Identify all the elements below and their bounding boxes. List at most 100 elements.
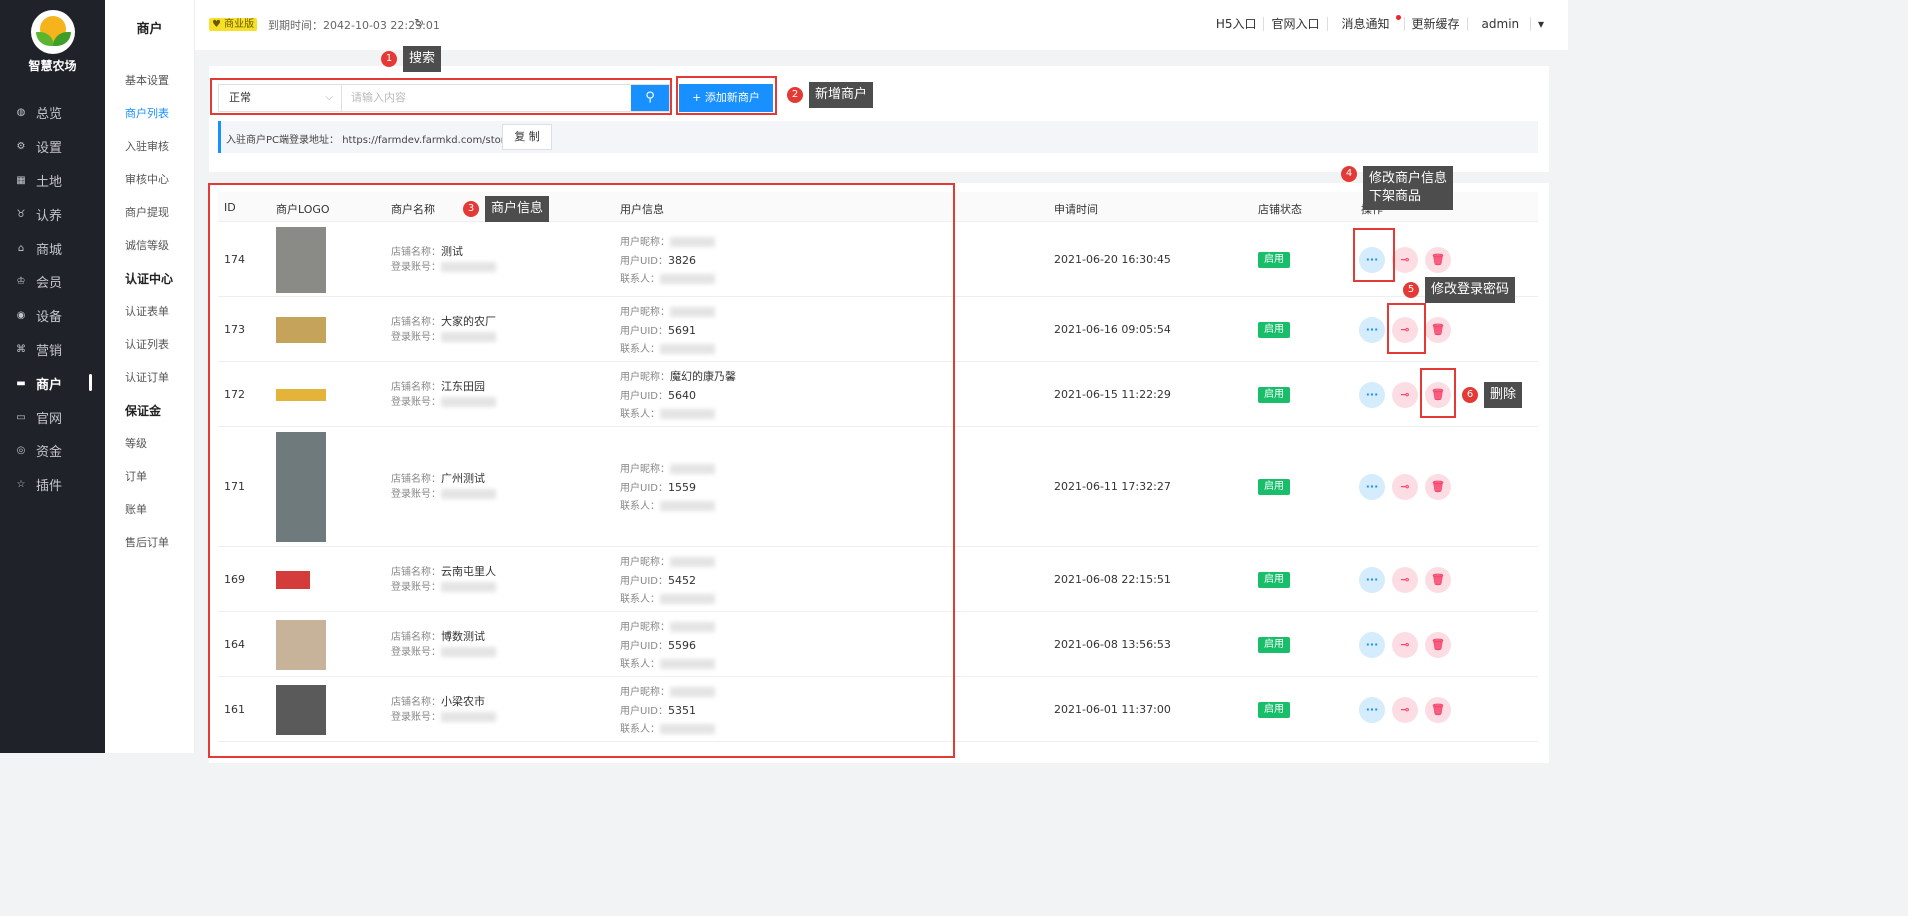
annotation-label: 新增商户 xyxy=(809,82,874,108)
brand-name: 智慧农场 xyxy=(28,59,77,73)
annotation-callout-2: 2 新增商户 xyxy=(787,82,874,108)
key-icon: ⊸ xyxy=(1400,637,1410,651)
edit-button[interactable]: ··· xyxy=(1359,566,1385,593)
nav-item-0[interactable]: ◍ 总览 xyxy=(0,96,105,130)
row-actions: ··· ⊸ 🗑 xyxy=(1359,631,1451,658)
nav-item-11[interactable]: ☆ 插件 xyxy=(0,468,105,502)
nav-item-8[interactable]: ▬ 商户 xyxy=(0,366,105,400)
sub-nav-item-14[interactable]: 售后订单 xyxy=(125,522,194,555)
status-badge: 启用 xyxy=(1258,479,1290,495)
edit-button[interactable]: ··· xyxy=(1359,474,1385,500)
col-status: 店铺状态 xyxy=(1258,203,1302,216)
annotation-number: 3 xyxy=(463,201,479,217)
annotation-label: 修改商户信息 下架商品 xyxy=(1363,166,1454,210)
row-actions: ··· ⊸ 🗑 xyxy=(1359,474,1451,500)
delete-button[interactable]: 🗑 xyxy=(1425,247,1451,273)
password-button[interactable]: ⊸ xyxy=(1392,381,1418,408)
nav-item-5[interactable]: ♔ 会员 xyxy=(0,265,105,299)
annotation-box-add xyxy=(676,76,777,115)
password-button[interactable]: ⊸ xyxy=(1392,474,1418,500)
key-icon: ⊸ xyxy=(1400,387,1410,401)
h5-entry-link[interactable]: H5入口 xyxy=(1209,17,1264,31)
edit-button[interactable]: ··· xyxy=(1359,631,1385,658)
nav-item-2[interactable]: ▦ 土地 xyxy=(0,164,105,198)
adopt-icon: ♉ xyxy=(16,208,26,220)
annotation-number: 1 xyxy=(381,51,397,67)
copy-button[interactable]: 复 制 xyxy=(502,124,552,150)
annotation-number: 6 xyxy=(1462,387,1478,403)
more-icon: ··· xyxy=(1365,702,1379,716)
sub-nav-item-3[interactable]: 审核中心 xyxy=(125,159,194,192)
delete-button[interactable]: 🗑 xyxy=(1425,316,1451,343)
refresh-cache-link[interactable]: 更新缓存 xyxy=(1403,17,1467,31)
sub-nav-item-10[interactable]: 保证金 xyxy=(125,390,194,423)
delete-button[interactable]: 🗑 xyxy=(1425,631,1451,658)
delete-button[interactable]: 🗑 xyxy=(1425,566,1451,593)
row-actions: ··· ⊸ 🗑 xyxy=(1359,696,1451,723)
nav-item-3[interactable]: ♉ 认养 xyxy=(0,197,105,231)
trash-icon: 🗑 xyxy=(1431,702,1445,716)
sub-nav-item-8[interactable]: 认证列表 xyxy=(125,324,194,357)
nav-item-4[interactable]: ⌂ 商城 xyxy=(0,231,105,265)
annotation-box-password xyxy=(1387,303,1426,354)
sub-nav-item-0[interactable]: 基本设置 xyxy=(125,60,194,93)
col-time: 申请时间 xyxy=(1054,203,1098,216)
nav-item-1[interactable]: ⚙ 设置 xyxy=(0,130,105,164)
refresh-icon[interactable]: ↻ xyxy=(414,16,424,30)
password-button[interactable]: ⊸ xyxy=(1392,631,1418,658)
version-badge: ♥ 商业版 xyxy=(209,18,258,31)
sub-nav-item-1[interactable]: 商户列表 xyxy=(125,93,194,126)
nav-item-7[interactable]: ⌘ 营销 xyxy=(0,333,105,367)
status-badge: 启用 xyxy=(1258,571,1290,588)
annotation-number: 4 xyxy=(1341,166,1357,182)
brand-logo[interactable]: 智慧农场 xyxy=(0,10,105,74)
nav-item-10[interactable]: ◎ 资金 xyxy=(0,434,105,468)
website-icon: ▭ xyxy=(16,411,26,423)
edit-button[interactable]: ··· xyxy=(1359,316,1385,343)
sub-nav-item-7[interactable]: 认证表单 xyxy=(125,291,194,324)
notifications-link[interactable]: 消息通知 xyxy=(1326,15,1404,31)
login-url-text: 入驻商户PC端登录地址： https://farmdev.farmkd.com/… xyxy=(226,135,521,146)
password-button[interactable]: ⊸ xyxy=(1392,696,1418,723)
nav-item-6[interactable]: ◉ 设备 xyxy=(0,299,105,333)
user-menu[interactable]: admin ▾ xyxy=(1466,17,1558,31)
website-entry-link[interactable]: 官网入口 xyxy=(1263,17,1326,31)
annotation-label: 搜索 xyxy=(403,46,442,72)
header-links: H5入口 官网入口 消息通知 更新缓存 admin ▾ xyxy=(1209,15,1558,31)
merchant-icon: ▬ xyxy=(16,377,26,389)
apply-time: 2021-06-08 13:56:53 xyxy=(1054,637,1171,651)
sub-nav-item-2[interactable]: 入驻审核 xyxy=(125,126,194,159)
marketing-icon: ⌘ xyxy=(16,343,26,355)
sub-nav-item-11[interactable]: 等级 xyxy=(125,423,194,456)
sub-nav-item-13[interactable]: 账单 xyxy=(125,489,194,522)
apply-time: 2021-06-16 09:05:54 xyxy=(1054,322,1171,336)
app: 智慧农场 ◍ 总览 ⚙ 设置 ▦ 土地 ♉ 认养 ⌂ 商城 ♔ 会员 ◉ 设备 ⌘ 营销 ▬ 商户 ▭ 官网 ◎ 资金 ☆ 插… xyxy=(0,0,1568,763)
more-icon: ··· xyxy=(1365,322,1379,336)
sub-sidebar-title: 商户 xyxy=(136,22,163,37)
dashboard-icon: ◍ xyxy=(16,107,26,119)
trash-icon: 🗑 xyxy=(1431,572,1445,586)
sub-nav-item-5[interactable]: 诚信等级 xyxy=(125,225,194,258)
nav-item-9[interactable]: ▭ 官网 xyxy=(0,400,105,434)
delete-button[interactable]: 🗑 xyxy=(1425,696,1451,723)
more-icon: ··· xyxy=(1365,572,1379,586)
password-button[interactable]: ⊸ xyxy=(1392,566,1418,593)
annotation-box-edit xyxy=(1353,228,1395,282)
sub-nav-item-4[interactable]: 商户提现 xyxy=(125,192,194,225)
key-icon: ⊸ xyxy=(1400,480,1410,493)
sub-nav-item-6[interactable]: 认证中心 xyxy=(125,258,194,291)
top-header: ♥ 商业版 到期时间：2042-10-03 22:23:01 ↻ H5入口 官网… xyxy=(195,0,1568,50)
key-icon: ⊸ xyxy=(1400,702,1410,716)
password-button[interactable]: ⊸ xyxy=(1392,247,1418,273)
edit-button[interactable]: ··· xyxy=(1359,696,1385,723)
device-icon: ◉ xyxy=(16,310,26,322)
status-badge: 启用 xyxy=(1258,321,1290,338)
sub-nav-item-9[interactable]: 认证订单 xyxy=(125,357,194,390)
edit-button[interactable]: ··· xyxy=(1359,381,1385,408)
apply-time: 2021-06-08 22:15:51 xyxy=(1054,572,1171,586)
key-icon: ⊸ xyxy=(1400,253,1410,266)
annotation-box-info xyxy=(208,183,955,758)
sub-nav-item-12[interactable]: 订单 xyxy=(125,456,194,489)
caret-down-icon: ▾ xyxy=(1529,17,1551,31)
delete-button[interactable]: 🗑 xyxy=(1425,474,1451,500)
